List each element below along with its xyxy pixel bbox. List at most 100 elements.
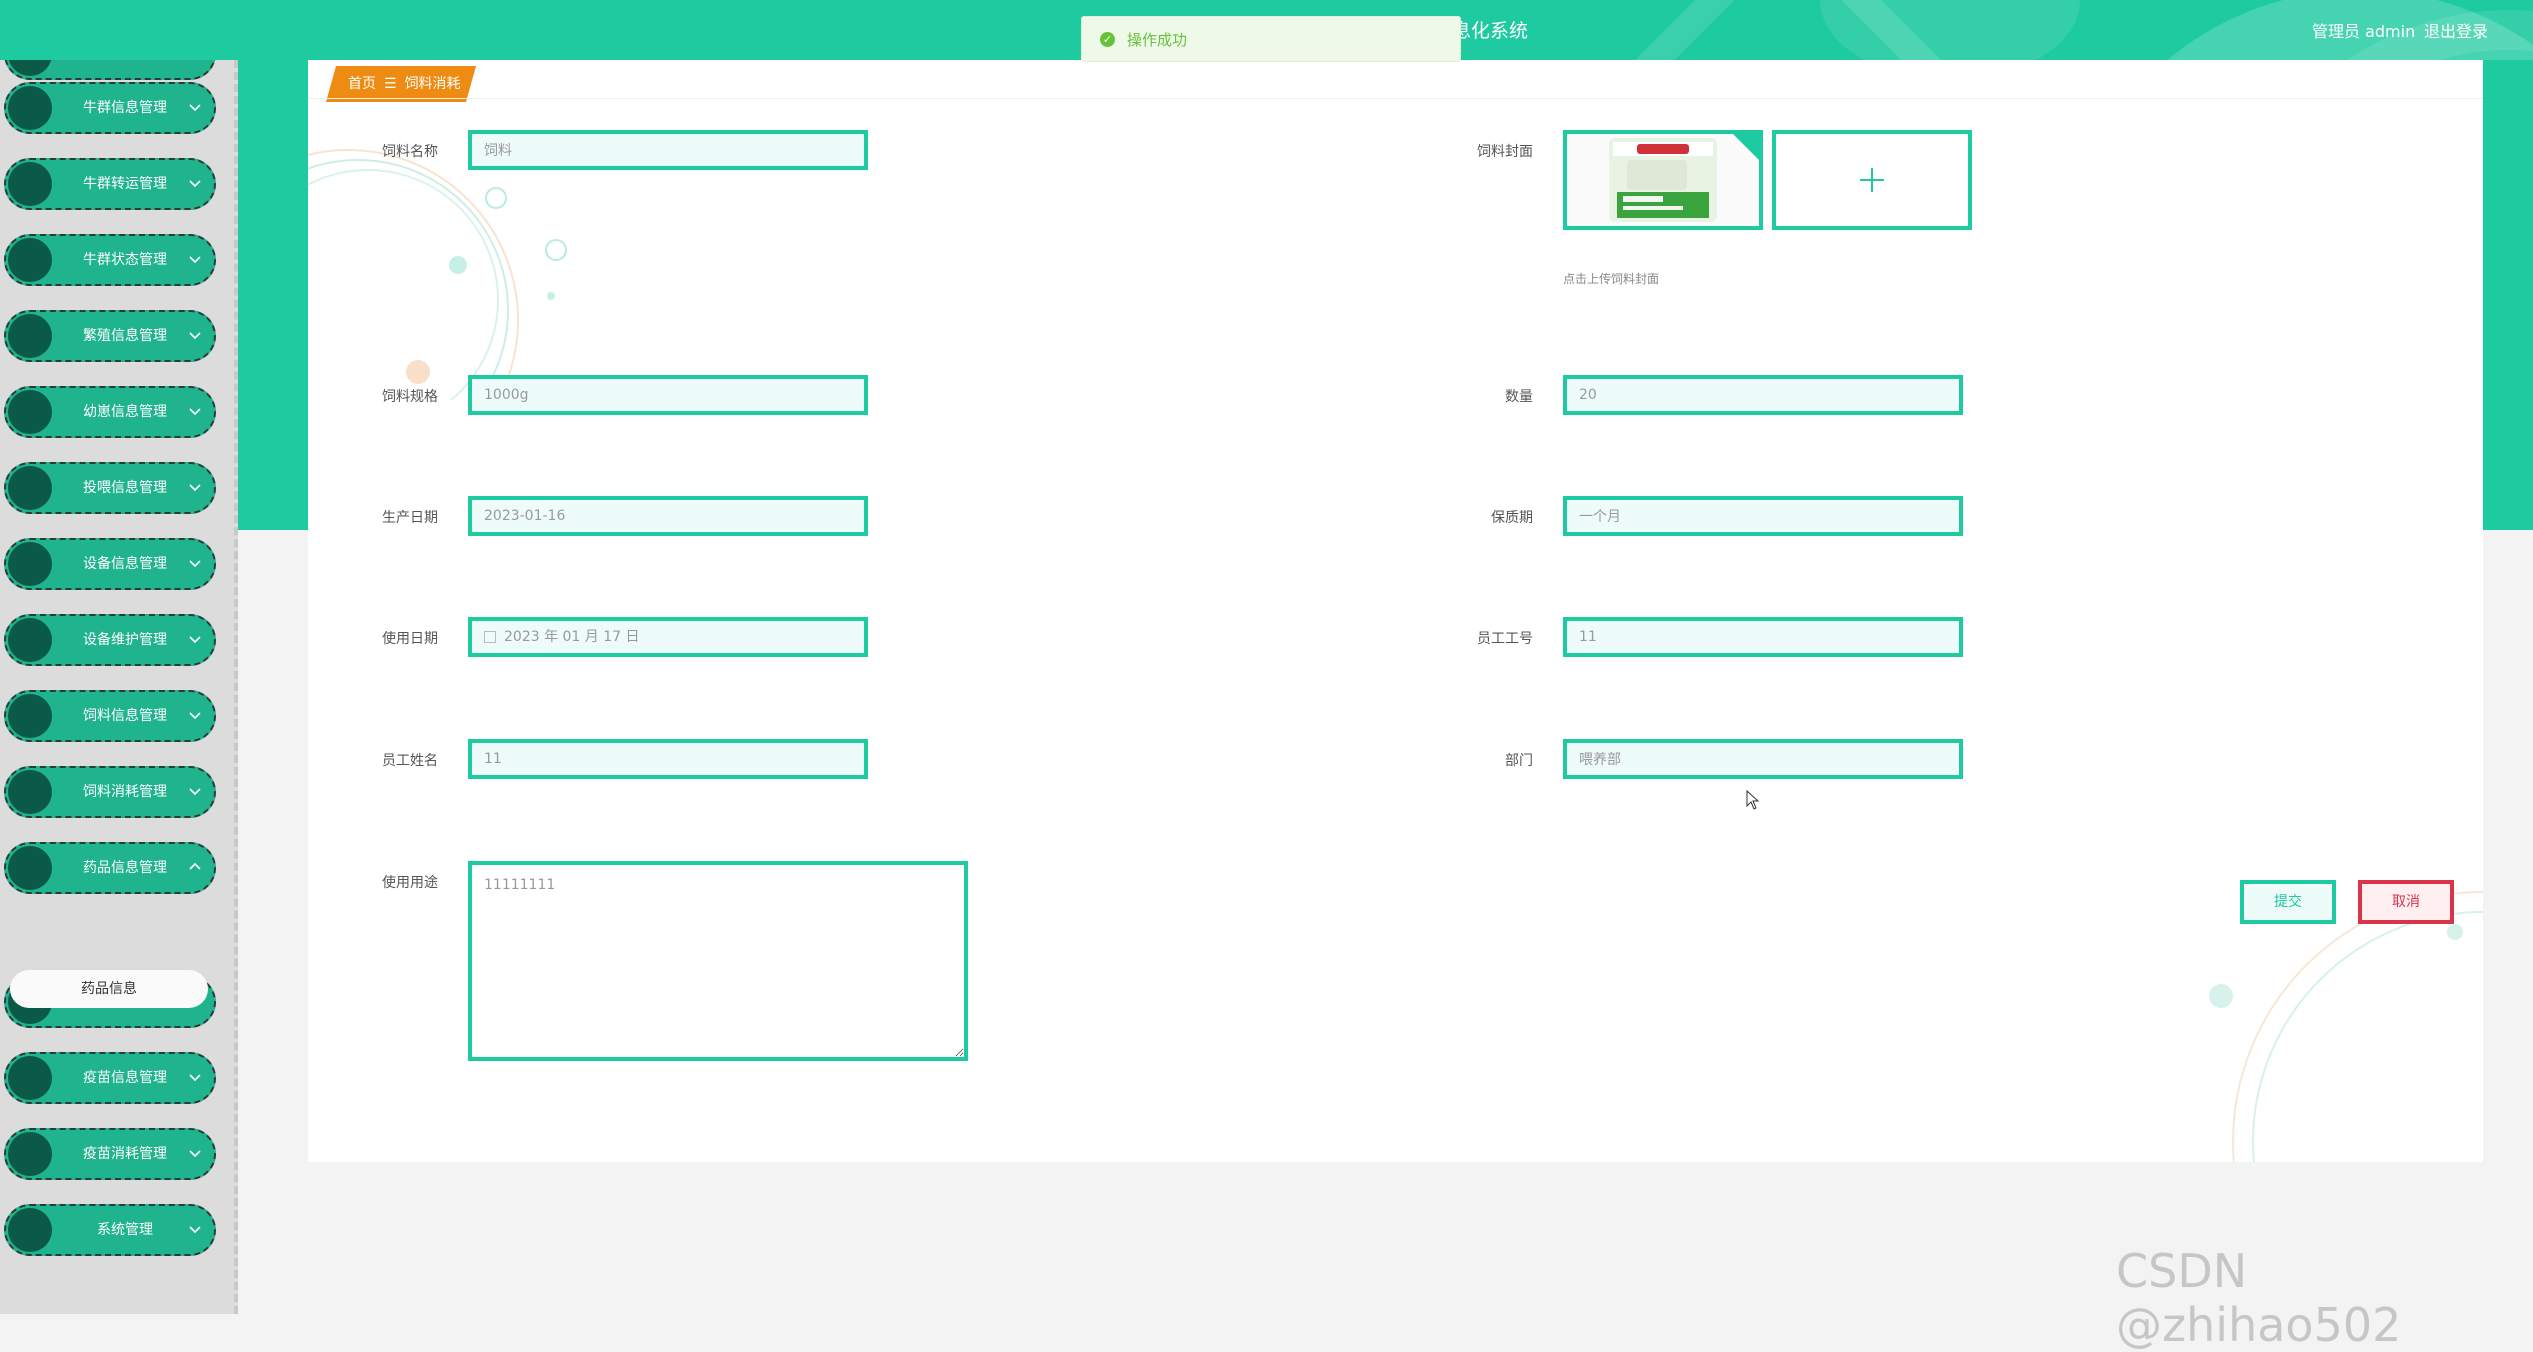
chevron-up-icon bbox=[189, 862, 201, 870]
sidebar-item-label: 饲料消耗管理 bbox=[83, 784, 167, 800]
breadcrumb-home[interactable]: 首页 bbox=[348, 76, 376, 92]
selected-corner-icon bbox=[1729, 134, 1759, 164]
quantity-label: 数量 bbox=[1505, 389, 1533, 405]
menu-circle-icon bbox=[8, 846, 52, 890]
chevron-down-icon bbox=[189, 408, 201, 416]
sidebar-item[interactable]: 牛群转运管理 bbox=[4, 158, 216, 210]
menu-circle-icon bbox=[8, 1132, 52, 1176]
use-date-label: 使用日期 bbox=[382, 631, 438, 647]
chevron-down-icon bbox=[189, 104, 201, 112]
menu-circle-icon bbox=[8, 238, 52, 282]
chevron-down-icon bbox=[189, 1226, 201, 1234]
plus-icon bbox=[1860, 168, 1884, 192]
sidebar-item[interactable]: 设备信息管理 bbox=[4, 538, 216, 590]
sidebar-item[interactable]: 幼崽信息管理 bbox=[4, 386, 216, 438]
decorative-circles bbox=[308, 138, 567, 400]
mouse-cursor-icon bbox=[1746, 790, 1760, 810]
employee-name-label: 员工姓名 bbox=[382, 753, 438, 769]
chevron-down-icon bbox=[189, 180, 201, 188]
sidebar-item-label: 疫苗消耗管理 bbox=[83, 1146, 167, 1162]
quantity-input[interactable] bbox=[1563, 375, 1963, 415]
sidebar-item[interactable]: 繁殖信息管理 bbox=[4, 310, 216, 362]
feed-cover-label: 饲料封面 bbox=[1477, 144, 1533, 160]
sidebar-item-label: 牛群状态管理 bbox=[83, 252, 167, 268]
upload-cover-button[interactable] bbox=[1772, 130, 1972, 230]
sidebar-item[interactable]: 疫苗消耗管理 bbox=[4, 1128, 216, 1180]
menu-circle-icon bbox=[8, 618, 52, 662]
cancel-button[interactable]: 取消 bbox=[2358, 880, 2454, 924]
breadcrumb: 首页 ☰ 饲料消耗 bbox=[326, 66, 476, 102]
menu-circle-icon bbox=[8, 86, 52, 130]
form-card: 首页☰饲料消耗 饲料名称 饲料封面 点击上传饲料封面 饲料规格 数量 生产日期 … bbox=[308, 60, 2483, 1162]
chevron-down-icon bbox=[189, 560, 201, 568]
menu-circle-icon bbox=[8, 466, 52, 510]
menu-circle-icon bbox=[8, 770, 52, 814]
chevron-down-icon bbox=[189, 636, 201, 644]
department-input[interactable] bbox=[1563, 739, 1963, 779]
sidebar-item[interactable]: 疫苗信息管理 bbox=[4, 1052, 216, 1104]
submit-button[interactable]: 提交 bbox=[2240, 880, 2336, 924]
toast-message: 操作成功 bbox=[1127, 30, 1188, 49]
breadcrumb-separator-icon: ☰ bbox=[384, 76, 397, 92]
watermark: CSDN @zhihao502 bbox=[2116, 1244, 2402, 1352]
sidebar-item[interactable]: 药品信息管理 bbox=[4, 842, 216, 894]
menu-circle-icon bbox=[8, 60, 52, 76]
shelf-life-input[interactable] bbox=[1563, 496, 1963, 536]
use-date-value: 2023 年 01 月 17 日 bbox=[504, 629, 640, 645]
sidebar-item[interactable]: 饲料信息管理 bbox=[4, 690, 216, 742]
feed-spec-input[interactable] bbox=[468, 375, 868, 415]
header-decoration bbox=[1820, 0, 2080, 60]
employee-id-label: 员工工号 bbox=[1477, 631, 1533, 647]
menu-circle-icon bbox=[8, 162, 52, 206]
feed-name-input[interactable] bbox=[468, 130, 868, 170]
feed-cover-image[interactable] bbox=[1563, 130, 1763, 230]
sidebar-item-label: 系统管理 bbox=[97, 1222, 153, 1238]
sidebar-item[interactable]: 牛群信息管理 bbox=[4, 82, 216, 134]
sidebar-item[interactable]: 设备维护管理 bbox=[4, 614, 216, 666]
menu-circle-icon bbox=[8, 390, 52, 434]
employee-name-input[interactable] bbox=[468, 739, 868, 779]
sidebar-item-label: 投喂信息管理 bbox=[83, 480, 167, 496]
sidebar-item-label: 设备信息管理 bbox=[83, 556, 167, 572]
production-date-input[interactable] bbox=[468, 496, 868, 536]
sidebar-item-hidden[interactable] bbox=[4, 60, 216, 80]
department-label: 部门 bbox=[1505, 753, 1533, 769]
chevron-down-icon bbox=[189, 332, 201, 340]
user-label: 管理员 admin bbox=[2312, 22, 2416, 41]
sidebar-item[interactable]: 投喂信息管理 bbox=[4, 462, 216, 514]
shelf-life-label: 保质期 bbox=[1491, 510, 1533, 526]
sidebar-item[interactable]: 饲料消耗管理 bbox=[4, 766, 216, 818]
menu-circle-icon bbox=[8, 694, 52, 738]
success-toast: ✓ 操作成功 bbox=[1081, 16, 1461, 62]
chevron-down-icon bbox=[189, 256, 201, 264]
sidebar-item-label: 药品信息管理 bbox=[83, 860, 167, 876]
feed-name-label: 饲料名称 bbox=[382, 144, 438, 160]
purpose-label: 使用用途 bbox=[382, 875, 438, 891]
menu-circle-icon bbox=[8, 314, 52, 358]
employee-id-input[interactable] bbox=[1563, 617, 1963, 657]
production-date-label: 生产日期 bbox=[382, 510, 438, 526]
use-date-picker[interactable]: 2023 年 01 月 17 日 bbox=[468, 617, 868, 657]
submenu-item-drug-info[interactable]: 药品信息 bbox=[10, 970, 208, 1008]
menu-circle-icon bbox=[8, 542, 52, 586]
menu-circle-icon bbox=[8, 1208, 52, 1252]
divider bbox=[308, 98, 2483, 99]
chevron-down-icon bbox=[189, 1074, 201, 1082]
feed-spec-label: 饲料规格 bbox=[382, 389, 438, 405]
chevron-down-icon bbox=[189, 712, 201, 720]
sidebar-item[interactable]: 系统管理 bbox=[4, 1204, 216, 1256]
sidebar-item[interactable]: 牛群状态管理 bbox=[4, 234, 216, 286]
chevron-down-icon bbox=[189, 484, 201, 492]
sidebar-item-label: 饲料信息管理 bbox=[83, 708, 167, 724]
upload-hint: 点击上传饲料封面 bbox=[1563, 272, 1660, 286]
purpose-textarea[interactable]: 11111111 bbox=[468, 861, 968, 1061]
system-title: 息化系统 bbox=[1452, 20, 1529, 42]
logout-link[interactable]: 退出登录 bbox=[2424, 18, 2488, 42]
breadcrumb-current: 饲料消耗 bbox=[404, 76, 461, 92]
menu-circle-icon bbox=[8, 1056, 52, 1100]
calendar-icon bbox=[484, 631, 496, 643]
chevron-down-icon bbox=[189, 1150, 201, 1158]
sidebar-item-label: 设备维护管理 bbox=[83, 632, 167, 648]
chevron-down-icon bbox=[189, 788, 201, 796]
sidebar-item-label: 疫苗信息管理 bbox=[83, 1070, 167, 1086]
